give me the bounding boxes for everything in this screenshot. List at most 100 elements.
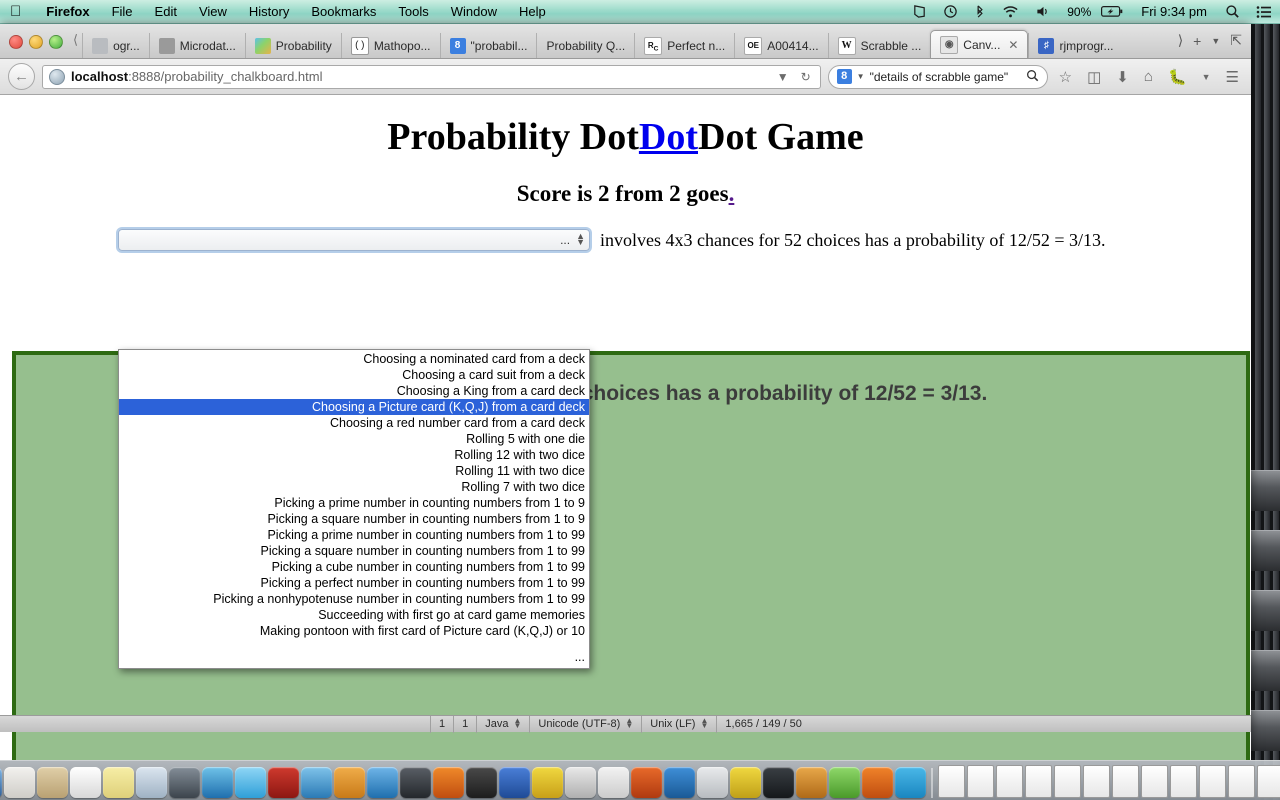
dropbox-icon[interactable] [904, 4, 935, 19]
dock-document[interactable] [1112, 765, 1139, 798]
dropdown-option[interactable]: Rolling 11 with two dice [119, 463, 589, 479]
dock-document[interactable] [1257, 765, 1280, 798]
dock-icon-system-preferences[interactable] [400, 767, 431, 798]
menu-item-view[interactable]: View [188, 4, 238, 19]
url-dropdown-icon[interactable]: ▼ [774, 70, 792, 84]
browser-tab[interactable]: RC Perfect n... [634, 33, 734, 58]
dock-icon-app-store[interactable] [367, 767, 398, 798]
probability-select-dropdown[interactable]: Choosing a nominated card from a deck Ch… [118, 349, 590, 669]
dock-document[interactable] [996, 765, 1023, 798]
menu-item-firefox[interactable]: Firefox [35, 4, 100, 19]
dock-icon-maps[interactable] [136, 767, 167, 798]
menu-item-help[interactable]: Help [508, 4, 557, 19]
search-input[interactable]: "details of scrabble game" [870, 70, 1021, 84]
browser-tab[interactable]: ogr... [82, 33, 149, 58]
bug-icon[interactable]: 🐛 [1164, 68, 1191, 86]
time-machine-icon[interactable] [935, 4, 966, 19]
dock-icon-facetime[interactable] [169, 767, 200, 798]
dock-icon-terminal[interactable] [763, 767, 794, 798]
dock-icon-editor[interactable] [499, 767, 530, 798]
browser-tab[interactable]: W Scrabble ... [827, 33, 931, 58]
dock-document[interactable] [1054, 765, 1081, 798]
browser-tab[interactable]: OE A00414... [734, 33, 827, 58]
dropdown-option[interactable]: Choosing a King from a card deck [119, 383, 589, 399]
magnifier-icon[interactable] [1026, 69, 1039, 85]
tab-list-chevron-icon[interactable]: ⟩ [1178, 32, 1183, 49]
menu-item-bookmarks[interactable]: Bookmarks [300, 4, 387, 19]
bluetooth-icon[interactable] [966, 4, 994, 19]
dock-icon-contacts[interactable] [37, 767, 68, 798]
status-encoding[interactable]: Unicode (UTF-8) ▲ ▼ [529, 715, 641, 733]
google-search-icon[interactable]: 8 [836, 69, 852, 84]
dropdown-option[interactable]: Picking a cube number in counting number… [119, 559, 589, 575]
dock-document[interactable] [1025, 765, 1052, 798]
dropdown-option[interactable]: Making pontoon with first card of Pictur… [119, 623, 589, 639]
browser-tab[interactable]: ( ) Mathopo... [340, 33, 440, 58]
dock-icon-unknown-app[interactable] [598, 767, 629, 798]
dock-icon-photos[interactable] [202, 767, 233, 798]
menu-item-edit[interactable]: Edit [144, 4, 188, 19]
dock-icon-firefox[interactable] [433, 767, 464, 798]
menu-item-file[interactable]: File [101, 4, 144, 19]
dropdown-option[interactable]: Picking a square number in counting numb… [119, 511, 589, 527]
probability-select[interactable]: ... ▲ ▼ [118, 229, 590, 251]
status-language[interactable]: Java ▲ ▼ [476, 715, 529, 733]
dropdown-option[interactable]: Succeeding with first go at card game me… [119, 607, 589, 623]
hamburger-menu-icon[interactable]: ☰ [1222, 68, 1243, 86]
menubar-clock[interactable]: Fri 9:34 pm [1131, 4, 1217, 19]
dropdown-option-ellipsis[interactable]: ... [115, 649, 589, 665]
dropdown-option[interactable]: Choosing a red number card from a card d… [119, 415, 589, 431]
battery-icon[interactable] [1093, 5, 1131, 18]
dock-document[interactable] [1199, 765, 1226, 798]
dock-icon-messages[interactable] [235, 767, 266, 798]
dock-icon-ibooks-store[interactable] [268, 767, 299, 798]
zoom-window-button[interactable] [49, 35, 63, 49]
url-address-bar[interactable]: localhost:8888/probability_chalkboard.ht… [42, 64, 821, 89]
status-encoding-stepper-icon[interactable]: ▲ ▼ [625, 717, 633, 730]
tab-scroll-left-icon[interactable]: ⟨ [71, 32, 82, 58]
minimize-window-button[interactable] [29, 35, 43, 49]
dock-icon-java[interactable] [565, 767, 596, 798]
status-line-ending-stepper-icon[interactable]: ▲ ▼ [700, 717, 708, 730]
dock-icon-chrome[interactable] [697, 767, 728, 798]
status-language-stepper-icon[interactable]: ▲ ▼ [514, 717, 522, 730]
score-period-link[interactable]: . [729, 181, 735, 206]
select-stepper-icon[interactable]: ▲ ▼ [576, 232, 585, 246]
downloads-arrow-icon[interactable]: ⬇ [1112, 68, 1133, 86]
dock-icon-dragon[interactable] [466, 767, 497, 798]
home-icon[interactable]: ⌂ [1140, 68, 1157, 85]
dock-document[interactable] [1170, 765, 1197, 798]
browser-tab[interactable]: Probability [244, 33, 341, 58]
dock-icon-android-studio[interactable] [829, 767, 860, 798]
search-engine-chevron-icon[interactable]: ▼ [857, 72, 865, 81]
dock-icon-skype[interactable] [895, 767, 926, 798]
dropdown-option[interactable]: Rolling 12 with two dice [119, 447, 589, 463]
dock-icon-ibooks[interactable] [334, 767, 365, 798]
dock-icon-paint[interactable] [631, 767, 662, 798]
dropdown-option[interactable]: Picking a square number in counting numb… [119, 543, 589, 559]
dot-link[interactable]: Dot [639, 116, 698, 158]
reload-icon[interactable]: ↻ [798, 70, 814, 84]
menu-item-window[interactable]: Window [440, 4, 508, 19]
dock-icon-safari[interactable] [0, 767, 2, 798]
dock-icon-itunes[interactable] [301, 767, 332, 798]
close-window-button[interactable] [9, 35, 23, 49]
reader-list-icon[interactable]: ◫ [1083, 68, 1105, 86]
dock-icon-calendar[interactable] [70, 767, 101, 798]
tab-dropdown-icon[interactable]: ▼ [1211, 36, 1220, 46]
browser-tab[interactable]: ♯ rjmprogr... [1028, 33, 1122, 58]
dock-icon-notes[interactable] [103, 767, 134, 798]
dropdown-option[interactable]: Rolling 7 with two dice [119, 479, 589, 495]
toolbar-overflow-icon[interactable]: ▼ [1198, 72, 1215, 82]
dock-icon-python[interactable] [532, 767, 563, 798]
browser-tab[interactable]: Microdat... [148, 33, 245, 58]
dock-icon-gimp[interactable] [796, 767, 827, 798]
notification-center-icon[interactable] [1248, 5, 1280, 19]
dropdown-option-selected[interactable]: Choosing a Picture card (K,Q,J) from a c… [119, 399, 589, 415]
browser-tab[interactable]: 8 "probabil... [439, 33, 537, 58]
dock-document[interactable] [938, 765, 965, 798]
dropdown-option[interactable]: Picking a perfect number in counting num… [119, 575, 589, 591]
dropdown-option[interactable]: Picking a nonhypotenuse number in counti… [119, 591, 589, 607]
menu-item-history[interactable]: History [238, 4, 300, 19]
dropdown-option[interactable]: Choosing a nominated card from a deck [119, 351, 589, 367]
